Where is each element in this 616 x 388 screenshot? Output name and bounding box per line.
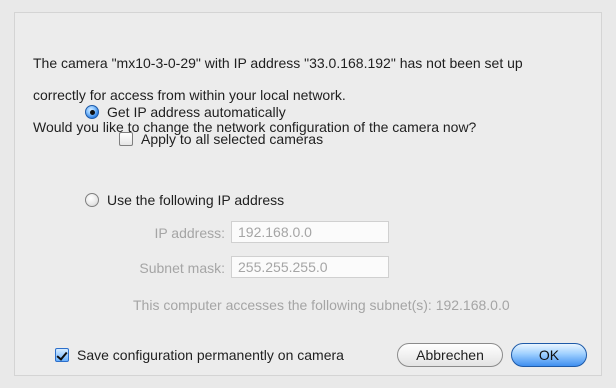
apply-to-all-checkbox-label: Apply to all selected cameras [141,131,324,147]
manual-ip-radio-label: Use the following IP address [107,192,285,208]
dialog-message-line-1: The camera "mx10-3-0-29" with IP address… [33,55,523,71]
apply-to-all-checkbox-option[interactable]: Apply to all selected cameras [119,131,323,147]
subnet-mask-field[interactable]: 255.255.255.0 [231,256,389,278]
network-config-dialog: The camera "mx10-3-0-29" with IP address… [14,12,602,376]
ok-button[interactable]: OK [511,343,587,367]
subnet-mask-value: 255.255.255.0 [238,259,328,275]
cancel-button[interactable]: Abbrechen [397,343,503,367]
auto-ip-radio-label: Get IP address automatically [107,104,286,120]
ip-address-label: IP address: [154,225,225,241]
save-config-checkbox-option[interactable]: Save configuration permanently on camera [55,347,344,363]
subnet-mask-label: Subnet mask: [139,260,225,276]
save-config-checkbox-label: Save configuration permanently on camera [77,347,344,363]
ip-address-value: 192.168.0.0 [238,224,312,240]
manual-ip-radio-option[interactable]: Use the following IP address [85,192,284,208]
checkbox-checked-icon[interactable] [55,348,69,362]
radio-unselected-icon[interactable] [85,193,99,207]
ip-address-field[interactable]: 192.168.0.0 [231,221,389,243]
checkbox-unchecked-icon[interactable] [119,132,133,146]
subnet-access-note: This computer accesses the following sub… [133,297,510,313]
radio-selected-icon[interactable] [85,105,99,119]
auto-ip-radio-option[interactable]: Get IP address automatically [85,104,286,120]
dialog-message-line-2: correctly for access from within your lo… [33,87,346,103]
